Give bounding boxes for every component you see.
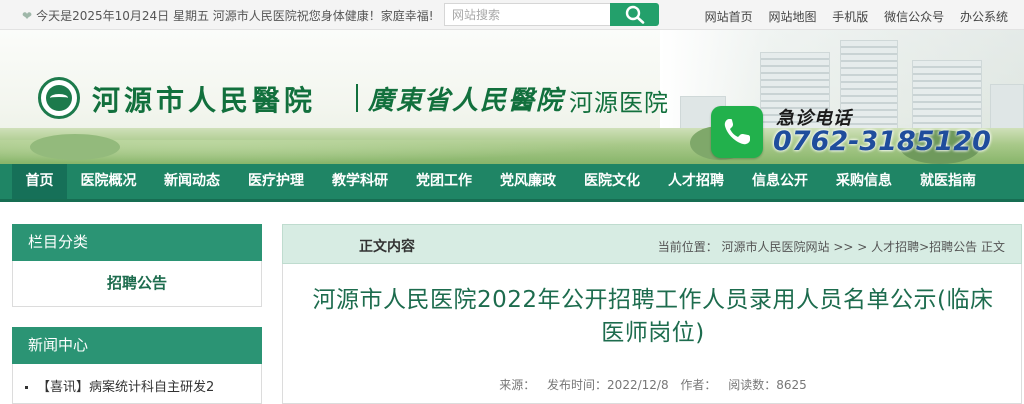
meta-views: 阅读数：8625: [728, 378, 807, 392]
nav-info-disclosure[interactable]: 信息公开: [738, 164, 822, 199]
phone-icon: [711, 106, 763, 158]
link-mobile[interactable]: 手机版: [832, 10, 868, 24]
name-divider: [356, 84, 358, 112]
hospital-logo[interactable]: [38, 77, 80, 119]
nav-integrity[interactable]: 党风廉政: [486, 164, 570, 199]
category-heading: 栏目分类: [12, 224, 262, 261]
nav-overview[interactable]: 医院概况: [67, 164, 150, 199]
tree: [30, 134, 120, 160]
site-search: [444, 3, 659, 26]
header-banner: 河源市人民醫院 廣東省人民醫院 河源医院 急诊电话 0762-3185120: [0, 30, 1024, 164]
news-list: 【喜讯】病案统计科自主研发2: [12, 364, 262, 404]
link-home[interactable]: 网站首页: [705, 10, 753, 24]
nav-home[interactable]: 首页: [12, 164, 67, 199]
meta-author: 作者：: [680, 378, 717, 392]
content-section-title: 正文内容: [359, 239, 415, 255]
nav-party-work[interactable]: 党团工作: [402, 164, 486, 199]
meta-date: 发布时间：2022/12/8: [547, 378, 669, 392]
search-button[interactable]: [610, 3, 659, 26]
hospital-name-suffix: 河源医院: [569, 89, 669, 117]
greeting-text: 今天是2025年10月24日 星期五 河源市人民医院祝您身体健康！家庭幸福!: [36, 9, 434, 23]
nav-teaching-research[interactable]: 教学科研: [318, 164, 402, 199]
bullet-icon: [25, 386, 28, 389]
article-title: 河源市人民医院2022年公开招聘工作人员录用人员名单公示(临床医师岗位): [312, 287, 994, 346]
meta-source: 来源：: [499, 378, 536, 392]
nav-procurement[interactable]: 采购信息: [822, 164, 906, 199]
link-wechat[interactable]: 微信公众号: [884, 10, 944, 24]
link-office-system[interactable]: 办公系统: [960, 10, 1008, 24]
nav-visit-guide[interactable]: 就医指南: [906, 164, 990, 199]
greeting: ❤ 今天是2025年10月24日 星期五 河源市人民医院祝您身体健康！家庭幸福!: [22, 7, 434, 24]
nav-medical-care[interactable]: 医疗护理: [234, 164, 318, 199]
heart-icon: ❤: [22, 9, 33, 23]
article-panel: 河源市人民医院2022年公开招聘工作人员录用人员名单公示(临床医师岗位) 来源：…: [282, 264, 1022, 404]
news-heading: 新闻中心: [12, 327, 262, 364]
logo-wave: [50, 94, 68, 102]
top-links: 网站首页 网站地图 手机版 微信公众号 办公系统: [693, 8, 1008, 25]
nav-culture[interactable]: 医院文化: [570, 164, 654, 199]
main-nav: 首页 医院概况 新闻动态 医疗护理 教学科研 党团工作 党风廉政 医院文化 人才…: [0, 164, 1024, 202]
top-bar: ❤ 今天是2025年10月24日 星期五 河源市人民医院祝您身体健康！家庭幸福! …: [0, 0, 1024, 30]
article-meta: 来源： 发布时间：2022/12/8 作者： 阅读数：8625: [283, 376, 1023, 393]
content-header: 正文内容 当前位置： 河源市人民医院网站 >> > 人才招聘>招聘公告 正文: [282, 224, 1022, 264]
search-input[interactable]: [444, 3, 612, 26]
link-sitemap[interactable]: 网站地图: [768, 10, 816, 24]
nav-news[interactable]: 新闻动态: [150, 164, 234, 199]
nav-recruitment[interactable]: 人才招聘: [654, 164, 738, 199]
search-icon: [625, 5, 645, 24]
breadcrumb[interactable]: 当前位置： 河源市人民医院网站 >> > 人才招聘>招聘公告 正文: [658, 238, 1005, 255]
emergency-number: 0762-3185120: [773, 126, 991, 157]
news-item[interactable]: 【喜讯】病案统计科自主研发2: [25, 376, 214, 395]
hospital-name-secondary: 廣東省人民醫院: [368, 86, 565, 116]
news-item-label: 【喜讯】病案统计科自主研发2: [37, 380, 215, 395]
category-item-recruitment[interactable]: 招聘公告: [12, 261, 262, 307]
hospital-name: 河源市人民醫院: [92, 84, 317, 117]
